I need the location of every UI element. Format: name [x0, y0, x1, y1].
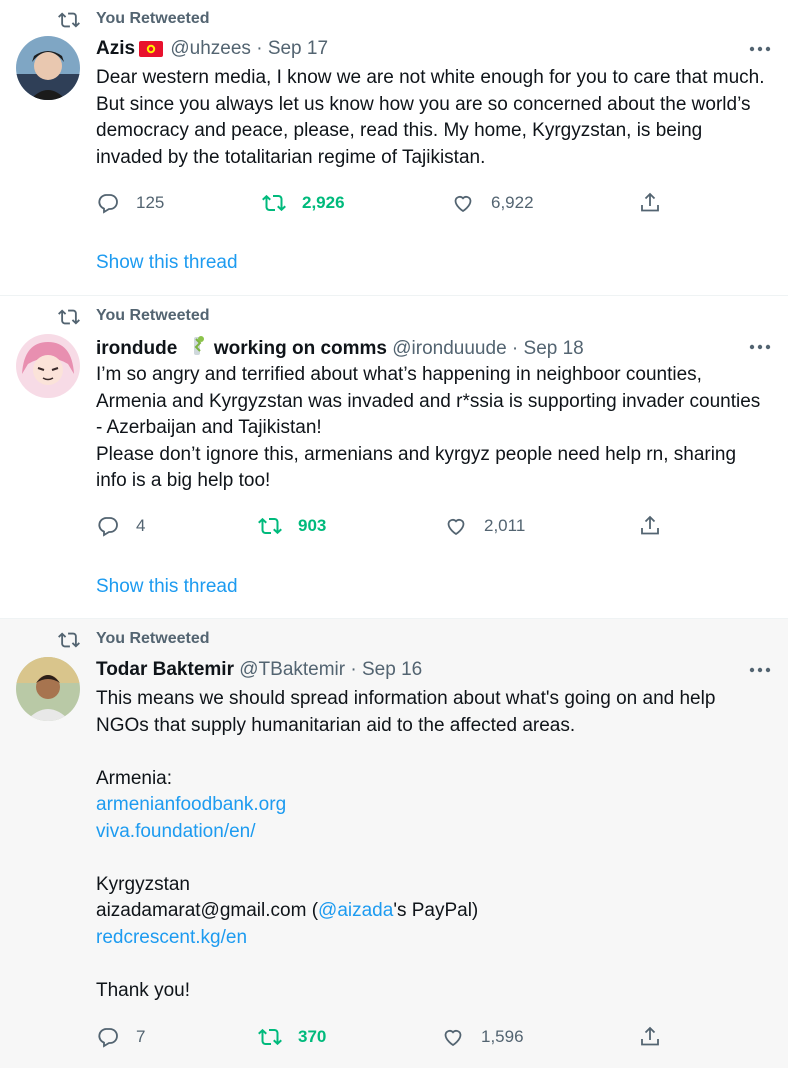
- tweet-date[interactable]: Sep 18: [524, 338, 584, 359]
- tweet-text: I’m so angry and terrified about what’s …: [96, 362, 766, 495]
- like-count: 6,922: [491, 193, 534, 212]
- tweet-actions: 4 903 2,011: [96, 513, 676, 539]
- share-button[interactable]: [638, 190, 662, 216]
- user-handle[interactable]: @uhzees: [170, 38, 251, 59]
- reply-button[interactable]: 7: [96, 1024, 145, 1050]
- retweet-label: You Retweeted: [96, 307, 210, 324]
- retweet-icon: [58, 309, 80, 325]
- display-name[interactable]: Azis: [96, 38, 135, 59]
- share-icon: [641, 192, 659, 212]
- tweet-actions: 7 370 1,596: [96, 1024, 676, 1050]
- reply-count: 4: [136, 516, 146, 535]
- bolt-icon: [187, 335, 207, 364]
- reply-icon: [98, 517, 118, 537]
- show-thread-link[interactable]: Show this thread: [96, 576, 238, 598]
- display-name[interactable]: Todar Baktemir: [96, 659, 234, 680]
- tweet[interactable]: You Retweeted Azis @uhzees · Sep 17 Dear…: [0, 0, 788, 296]
- tweet-link[interactable]: redcrescent.kg/en: [96, 927, 247, 948]
- tweet-text-paragraph: Dear western media, I know we are not wh…: [96, 67, 770, 168]
- display-name-suffix: working on comms: [213, 338, 387, 359]
- armenia-label: Armenia:: [96, 767, 173, 789]
- like-count: 2,011: [484, 516, 526, 535]
- retweet-icon: [258, 517, 282, 535]
- tweet-text: This means we should spread information …: [96, 686, 766, 1004]
- heart-icon: [447, 518, 465, 536]
- heart-icon: [444, 1029, 462, 1047]
- retweet-label: You Retweeted: [96, 10, 210, 27]
- retweet-icon: [258, 1028, 282, 1046]
- retweet-icon: [58, 12, 80, 28]
- tweet-link[interactable]: armenianfoodbank.org: [96, 794, 286, 815]
- like-count: 1,596: [481, 1027, 524, 1046]
- tweet-header: Todar Baktemir @TBaktemir · Sep 16: [96, 658, 422, 682]
- retweet-count: 2,926: [302, 193, 345, 212]
- tweet-date[interactable]: Sep 17: [268, 38, 328, 59]
- email-text: aizadamarat@gmail.com (: [96, 900, 319, 921]
- reply-button[interactable]: 125: [96, 190, 164, 216]
- paypal-text: 's PayPal): [393, 900, 479, 921]
- tweet-actions: 125 2,926 6,922: [96, 190, 676, 216]
- retweet-icon: [262, 194, 286, 212]
- show-thread-link[interactable]: Show this thread: [96, 252, 238, 274]
- tweet-date[interactable]: Sep 16: [362, 659, 422, 680]
- more-options-icon[interactable]: [748, 665, 772, 675]
- retweet-icon: [58, 632, 80, 648]
- retweet-context: You Retweeted: [58, 629, 210, 651]
- tweet-text-paragraph: This means we should spread information …: [96, 688, 721, 736]
- share-icon: [641, 1026, 659, 1046]
- reply-count: 7: [136, 1027, 146, 1046]
- tweet-header: Azis @uhzees · Sep 17: [96, 37, 328, 64]
- more-options-icon[interactable]: [748, 342, 772, 352]
- heart-icon: [454, 195, 472, 213]
- user-handle[interactable]: @TBaktemir: [239, 659, 345, 680]
- reply-icon: [98, 194, 118, 214]
- retweet-label: You Retweeted: [96, 630, 210, 647]
- retweet-button[interactable]: 2,926: [262, 190, 345, 216]
- tweet[interactable]: You Retweeted irondude working on comms …: [0, 296, 788, 619]
- share-button[interactable]: [638, 513, 662, 539]
- separator-dot: ·: [350, 659, 357, 680]
- paypal-line: aizadamarat@gmail.com (@aizada's PayPal): [96, 898, 766, 925]
- separator-dot: ·: [511, 338, 519, 359]
- more-options-icon[interactable]: [748, 44, 772, 54]
- retweet-context: You Retweeted: [58, 306, 210, 328]
- separator-dot: ·: [256, 38, 263, 59]
- reply-count: 125: [136, 193, 165, 212]
- like-button[interactable]: 6,922: [451, 190, 534, 216]
- retweet-count: 370: [298, 1027, 327, 1046]
- reply-button[interactable]: 4: [96, 513, 145, 539]
- like-button[interactable]: 1,596: [441, 1024, 524, 1050]
- kyrgyzstan-label: Kyrgyzstan: [96, 873, 190, 895]
- tweet-text: Dear western media, I know we are not wh…: [96, 65, 766, 171]
- tweet[interactable]: You Retweeted Todar Baktemir @TBaktemir …: [0, 619, 788, 1068]
- tweet-header: irondude working on comms @ironduuude · …: [96, 335, 584, 364]
- tweet-link[interactable]: viva.foundation/en/: [96, 821, 256, 842]
- user-mention[interactable]: @aizada: [318, 900, 393, 921]
- retweet-count: 903: [298, 516, 327, 535]
- avatar[interactable]: [16, 36, 80, 100]
- avatar[interactable]: [16, 657, 80, 721]
- share-icon: [641, 515, 659, 535]
- user-handle[interactable]: @ironduuude: [392, 338, 506, 359]
- like-button[interactable]: 2,011: [444, 513, 525, 539]
- display-name[interactable]: irondude: [96, 338, 177, 359]
- retweet-button[interactable]: 903: [258, 513, 326, 539]
- reply-icon: [98, 1028, 118, 1048]
- share-button[interactable]: [638, 1024, 662, 1050]
- retweet-context: You Retweeted: [58, 9, 210, 31]
- tweet-text-paragraph: I’m so angry and terrified about what’s …: [96, 364, 761, 491]
- avatar[interactable]: [16, 334, 80, 398]
- thanks-text: Thank you!: [96, 979, 190, 1001]
- kyrgyzstan-flag-icon: [139, 40, 164, 64]
- retweet-button[interactable]: 370: [258, 1024, 326, 1050]
